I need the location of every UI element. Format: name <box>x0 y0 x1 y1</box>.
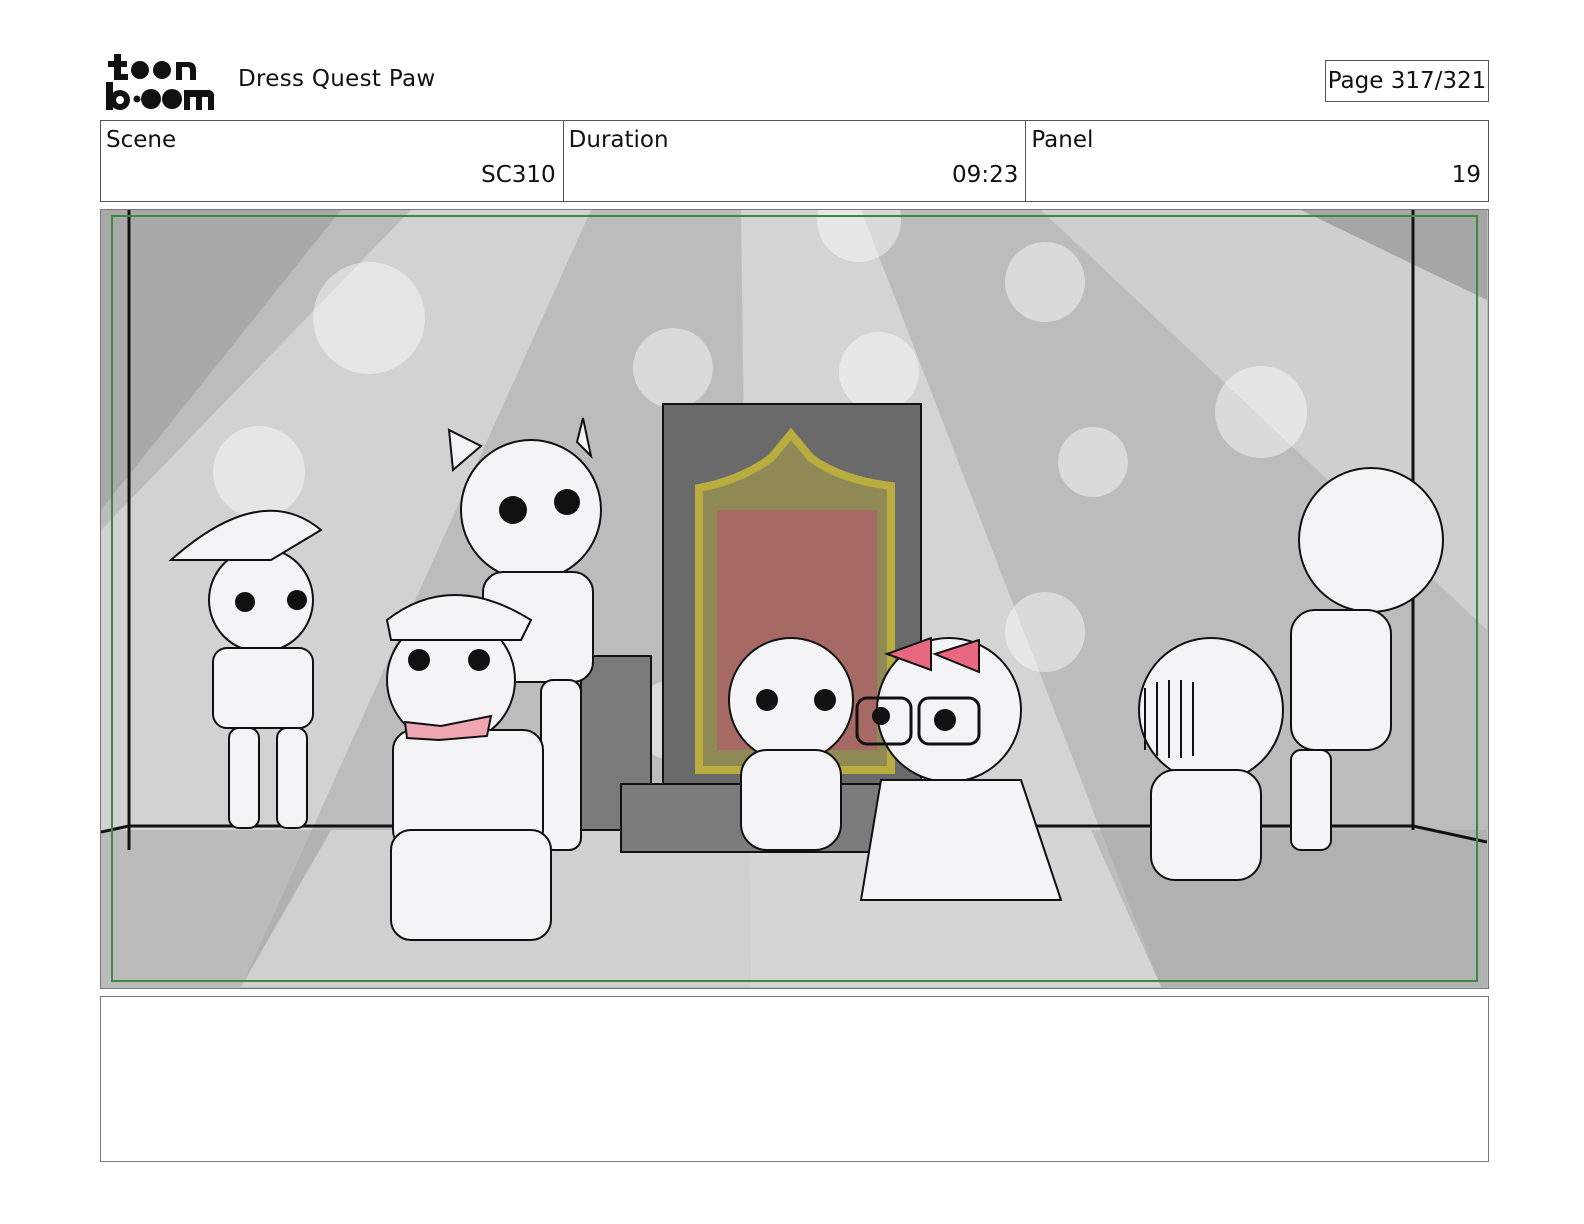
duration-value: 09:23 <box>952 162 1019 188</box>
scene-label: Scene <box>106 127 177 153</box>
project-title: Dress Quest Paw <box>238 66 436 92</box>
scene-cell: Scene SC310 <box>101 121 564 201</box>
duration-label: Duration <box>568 127 669 153</box>
storyboard-drawing <box>101 210 1487 987</box>
toon-boom-logo <box>104 52 216 112</box>
duration-cell: Duration 09:23 <box>564 121 1027 201</box>
storyboard-frame <box>100 209 1489 989</box>
panel-label: Panel <box>1031 127 1094 153</box>
scene-value: SC310 <box>481 162 556 188</box>
notes-box[interactable] <box>100 996 1489 1162</box>
page-indicator: Page 317/321 <box>1325 60 1489 102</box>
panel-info-bar: Scene SC310 Duration 09:23 Panel 19 <box>100 120 1489 202</box>
panel-cell: Panel 19 <box>1026 121 1488 201</box>
panel-value: 19 <box>1451 162 1482 188</box>
